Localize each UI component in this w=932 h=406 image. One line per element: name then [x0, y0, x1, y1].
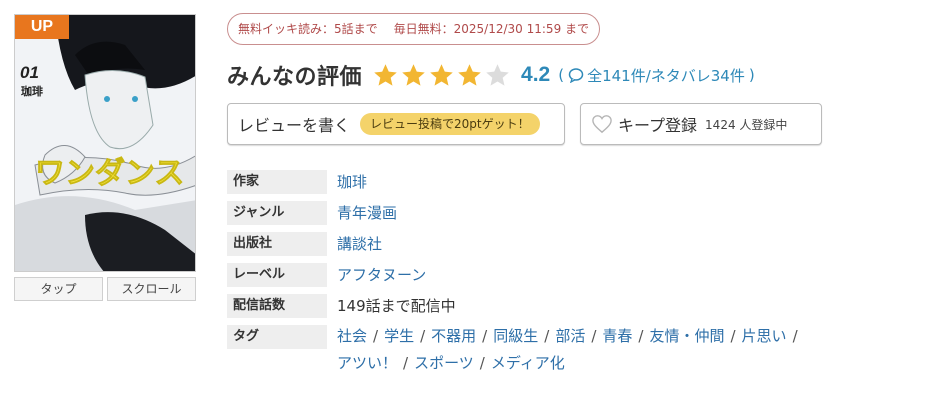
tag-link[interactable]: 部活 [555, 327, 585, 345]
comment-icon [568, 68, 584, 83]
scroll-mode-button[interactable]: スクロール [107, 277, 196, 301]
tag-separator: / [420, 327, 426, 345]
bulk-free-text: 無料イッキ読み：5話まで [238, 22, 378, 36]
daily-free-text: 毎日無料：2025/12/30 11:59 まで [393, 22, 590, 36]
tag-link[interactable]: 片思い [742, 327, 787, 345]
info-row-publisher: 出版社 講談社 [227, 232, 922, 256]
tag-separator: / [479, 354, 485, 372]
episodes-value: 149話まで配信中 [337, 297, 456, 315]
write-review-label: レビューを書く [238, 116, 351, 135]
genre-link[interactable]: 青年漫画 [337, 201, 397, 225]
tag-separator: / [591, 327, 597, 345]
heart-icon [592, 115, 612, 134]
counts-close-paren: ) [748, 66, 755, 84]
tag-link[interactable]: アツい！ [337, 354, 397, 372]
tag-separator: / [638, 327, 644, 345]
info-row-genre: ジャンル 青年漫画 [227, 201, 922, 225]
tag-list: 社会 / 学生 / 不器用 / 同級生 / 部活 / 青春 / 友情・仲間 / 片思い / アツい！ / スポーツ /… [337, 323, 922, 377]
counts-open-paren: ( [558, 66, 565, 84]
tag-link[interactable]: スポーツ [414, 354, 474, 372]
tag-link[interactable]: 社会 [337, 327, 367, 345]
imprint-link[interactable]: アフタヌーン [337, 263, 426, 287]
tag-link[interactable]: 学生 [384, 327, 414, 345]
review-counts-link[interactable]: ( 全141件/ネタバレ34件 ) [558, 65, 755, 86]
tag-separator: / [544, 327, 550, 345]
author-link[interactable]: 珈琲 [337, 170, 367, 194]
publisher-label: 出版社 [227, 232, 327, 256]
up-badge: UP [15, 15, 69, 39]
star-icon-filled [402, 63, 425, 86]
keep-register-button[interactable]: キープ登録 1424 人登録中 [580, 103, 822, 145]
write-review-button[interactable]: レビューを書く レビュー投稿で20ptゲット！ [227, 103, 565, 145]
star-icon-filled [430, 63, 453, 86]
tag-separator: / [373, 327, 379, 345]
counts-text: 全141件/ネタバレ34件 [587, 66, 745, 85]
tag-separator: / [792, 327, 798, 345]
info-row-tags: タグ 社会 / 学生 / 不器用 / 同級生 / 部活 / 青春 / 友情・仲間 / 片思い / アツい！ / スポ… [227, 325, 922, 377]
cover-volume-number: 01 [20, 63, 39, 82]
tag-separator: / [482, 327, 488, 345]
keep-count: 1424 人登録中 [705, 117, 788, 132]
info-row-episodes: 配信話数 149話まで配信中 [227, 294, 922, 318]
keep-register-label: キープ登録 [618, 116, 698, 135]
publisher-link[interactable]: 講談社 [337, 232, 382, 256]
genre-label: ジャンル [227, 201, 327, 225]
review-points-badge: レビュー投稿で20ptゲット！ [360, 113, 540, 135]
star-icon-filled [458, 63, 481, 86]
info-row-label: レーベル アフタヌーン [227, 263, 922, 287]
tag-separator: / [730, 327, 736, 345]
episodes-label: 配信話数 [227, 294, 327, 318]
rating-title: みんなの評価 [227, 65, 363, 90]
free-reading-info: 無料イッキ読み：5話まで 毎日無料：2025/12/30 11:59 まで [227, 13, 601, 45]
cover-illustration: ワンダンス [15, 15, 195, 271]
imprint-label: レーベル [227, 263, 327, 287]
rating-row: みんなの評価 4.2 ( 全141件/ネタバレ34件 ) [227, 58, 755, 92]
work-info-table: 作家 珈琲 ジャンル 青年漫画 出版社 講談社 レーベル アフタヌーン 配信話数… [227, 170, 922, 384]
tag-link[interactable]: 友情・仲間 [649, 327, 724, 345]
tap-mode-button[interactable]: タップ [14, 277, 103, 301]
info-row-author: 作家 珈琲 [227, 170, 922, 194]
tag-link[interactable]: メディア化 [491, 354, 565, 372]
star-icon-filled [374, 63, 397, 86]
star-rating [372, 62, 511, 89]
cover-image[interactable]: UP 01 珈琲 ワンダンス [14, 14, 196, 272]
svg-text:ワンダンス: ワンダンス [35, 156, 184, 191]
star-icon-empty [486, 63, 509, 86]
tag-link[interactable]: 青春 [602, 327, 632, 345]
rating-score: 4.2 [521, 63, 551, 86]
tag-separator: / [403, 354, 409, 372]
tag-link[interactable]: 同級生 [493, 327, 538, 345]
cover-author-mark: 珈琲 [21, 85, 43, 98]
tag-link[interactable]: 不器用 [431, 327, 476, 345]
author-label: 作家 [227, 170, 327, 194]
tags-label: タグ [227, 325, 327, 349]
view-mode-buttons: タップ スクロール [14, 277, 196, 301]
